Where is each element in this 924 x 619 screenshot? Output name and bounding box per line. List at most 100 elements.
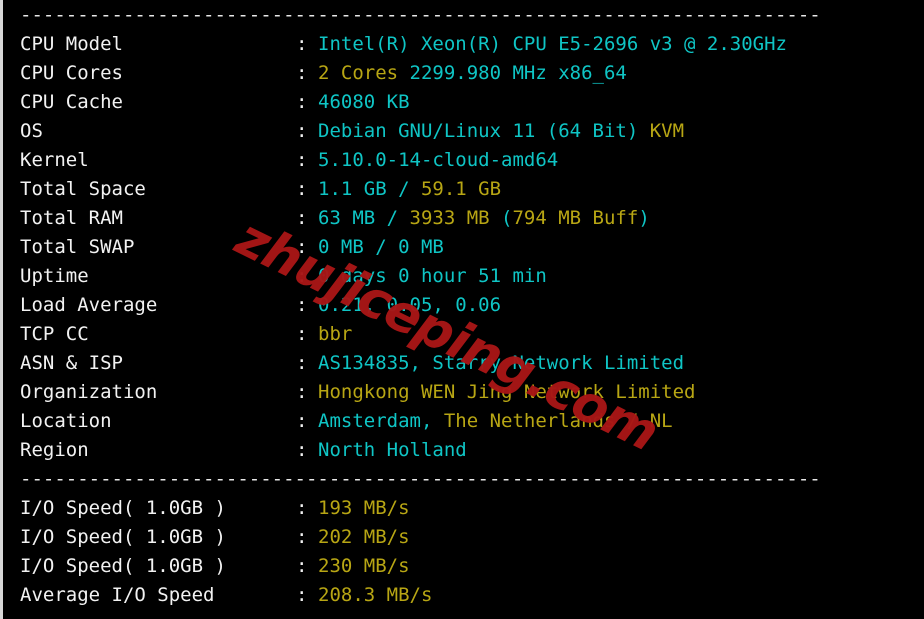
row-colon: : xyxy=(296,439,308,461)
value-segment: 202 MB/s xyxy=(318,526,410,548)
row-colon: : xyxy=(296,526,308,548)
value-segment: ) xyxy=(638,207,650,229)
terminal-row: CPU Cache:46080 KB xyxy=(3,88,924,117)
value-segment: Debian GNU/Linux 11 (64 Bit) xyxy=(318,120,650,142)
terminal-row: Average I/O Speed:208.3 MB/s xyxy=(3,581,924,610)
value-segment: 2 Cores xyxy=(318,62,410,84)
value-segment: 0 days 0 hour 51 min xyxy=(318,265,547,287)
row-value: 2 Cores 2299.980 MHz x86_64 xyxy=(318,59,627,88)
terminal-row: CPU Model: Intel(R) Xeon(R) CPU E5-2696 v… xyxy=(3,30,924,59)
row-colon: : xyxy=(296,265,308,287)
row-value: 46080 KB xyxy=(318,88,410,117)
value-segment: AS134835, Starry Network Limited xyxy=(318,352,685,374)
row-label: Total RAM xyxy=(20,207,123,229)
row-label: OS xyxy=(20,120,43,142)
value-segment: 794 MB Buff xyxy=(512,207,639,229)
separator-bottom: ----------------------------------------… xyxy=(3,610,924,619)
value-segment: 59.1 GB xyxy=(420,178,502,200)
value-segment: 63 MB / xyxy=(318,207,410,229)
row-colon: : xyxy=(296,178,308,200)
value-segment: 193 MB/s xyxy=(318,497,410,519)
row-label: Total SWAP xyxy=(20,236,135,258)
row-value: North Holland xyxy=(318,436,467,465)
row-value: 202 MB/s xyxy=(318,523,410,552)
row-value: 1.1 GB / 59.1 GB xyxy=(318,175,501,204)
row-label: Region xyxy=(20,439,89,461)
row-value: 0 MB / 0 MB xyxy=(318,233,444,262)
value-segment: Hongkong WEN Jing Network Limited xyxy=(318,381,696,403)
row-colon: : xyxy=(296,91,308,113)
row-label: Kernel xyxy=(20,149,89,171)
value-segment: ( xyxy=(501,207,513,229)
row-value: Amsterdam, The Netherlands / NL xyxy=(318,407,673,436)
row-colon: : xyxy=(296,62,308,84)
value-segment: 0 MB / 0 MB xyxy=(318,236,444,258)
row-colon: : xyxy=(296,352,308,374)
io-speed-section: I/O Speed( 1.0GB ):193 MB/s I/O Speed( 1.… xyxy=(3,494,924,610)
terminal-row: I/O Speed( 1.0GB ):230 MB/s xyxy=(3,552,924,581)
row-label: I/O Speed( 1.0GB ) xyxy=(20,497,226,519)
value-segment: 3933 MB xyxy=(409,207,502,229)
row-value: Debian GNU/Linux 11 (64 Bit) KVM xyxy=(318,117,684,146)
row-label: I/O Speed( 1.0GB ) xyxy=(20,555,226,577)
value-segment: North Holland xyxy=(318,439,467,461)
terminal-row: Load Average:0.21, 0.05, 0.06 xyxy=(3,291,924,320)
terminal-row: Location: Amsterdam, The Netherlands / NL xyxy=(3,407,924,436)
row-label: Location xyxy=(20,410,112,432)
value-segment: 1.1 GB / xyxy=(318,178,421,200)
row-label: Average I/O Speed xyxy=(20,584,215,606)
row-value: 208.3 MB/s xyxy=(318,581,432,610)
terminal-row: Total RAM:63 MB / 3933 MB (794 MB Buff) xyxy=(3,204,924,233)
value-segment: 208.3 MB/s xyxy=(318,584,433,606)
row-value: Intel(R) Xeon(R) CPU E5-2696 v3 @ 2.30GH… xyxy=(318,30,787,59)
terminal-row: Total SWAP:0 MB / 0 MB xyxy=(3,233,924,262)
row-value: 0 days 0 hour 51 min xyxy=(318,262,547,291)
terminal-row: I/O Speed( 1.0GB ):202 MB/s xyxy=(3,523,924,552)
value-segment: KVM xyxy=(649,120,685,142)
row-colon: : xyxy=(296,207,308,229)
value-segment: Amsterdam, xyxy=(318,410,444,432)
row-label: Uptime xyxy=(20,265,89,287)
terminal-row: Kernel:5.10.0-14-cloud-amd64 xyxy=(3,146,924,175)
value-segment: The Netherlands / NL xyxy=(443,410,673,432)
value-segment: 5.10.0-14-cloud-amd64 xyxy=(318,149,559,171)
terminal-output: ----------------------------------------… xyxy=(3,0,924,619)
terminal-row: Region: North Holland xyxy=(3,436,924,465)
row-colon: : xyxy=(296,120,308,142)
row-colon: : xyxy=(296,149,308,171)
terminal-row: I/O Speed( 1.0GB ):193 MB/s xyxy=(3,494,924,523)
row-colon: : xyxy=(296,497,308,519)
separator-middle: ----------------------------------------… xyxy=(20,468,821,490)
system-info-section: CPU Model: Intel(R) Xeon(R) CPU E5-2696 v… xyxy=(3,30,924,465)
row-colon: : xyxy=(296,33,308,55)
terminal-row: OS: Debian GNU/Linux 11 (64 Bit) KVM xyxy=(3,117,924,146)
row-colon: : xyxy=(296,236,308,258)
row-colon: : xyxy=(296,294,308,316)
row-value: 63 MB / 3933 MB (794 MB Buff) xyxy=(318,204,650,233)
value-segment: 46080 KB xyxy=(318,91,410,113)
row-label: CPU Cores xyxy=(20,62,123,84)
row-label: I/O Speed( 1.0GB ) xyxy=(20,526,226,548)
value-segment: 230 MB/s xyxy=(318,555,410,577)
row-label: TCP CC xyxy=(20,323,89,345)
terminal-row: TCP CC: bbr xyxy=(3,320,924,349)
terminal-row: Uptime:0 days 0 hour 51 min xyxy=(3,262,924,291)
row-label: CPU Model xyxy=(20,33,123,55)
row-value: Hongkong WEN Jing Network Limited xyxy=(318,378,696,407)
row-colon: : xyxy=(296,584,308,606)
value-segment: bbr xyxy=(318,323,353,345)
row-value: 0.21, 0.05, 0.06 xyxy=(318,291,501,320)
row-colon: : xyxy=(296,410,308,432)
row-value: 193 MB/s xyxy=(318,494,410,523)
row-colon: : xyxy=(296,323,308,345)
row-value: AS134835, Starry Network Limited xyxy=(318,349,684,378)
row-value: bbr xyxy=(318,320,352,349)
terminal-row: Organization: Hongkong WEN Jing Network L… xyxy=(3,378,924,407)
row-colon: : xyxy=(296,555,308,577)
terminal-row: CPU Cores:2 Cores 2299.980 MHz x86_64 xyxy=(3,59,924,88)
row-colon: : xyxy=(296,381,308,403)
value-segment: Intel(R) Xeon(R) CPU E5-2696 v3 @ 2.30GH… xyxy=(318,33,787,55)
terminal-window[interactable]: zhujiceping.com ------------------------… xyxy=(0,0,924,619)
row-value: 5.10.0-14-cloud-amd64 xyxy=(318,146,558,175)
row-value: 230 MB/s xyxy=(318,552,410,581)
